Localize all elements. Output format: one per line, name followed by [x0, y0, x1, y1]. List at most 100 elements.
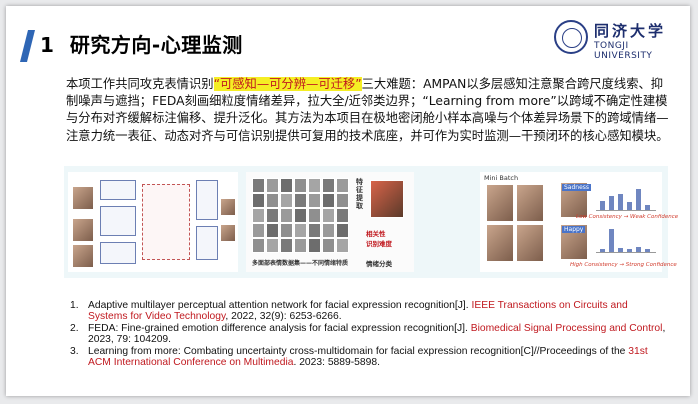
face-thumb — [294, 178, 307, 193]
face-thumb — [336, 238, 349, 253]
confidence-bar — [618, 194, 623, 210]
intro-before: 本项工作共同攻克表情识别 — [66, 77, 214, 91]
reference-number: 2. — [70, 322, 79, 334]
face-thumb — [336, 178, 349, 193]
face-thumb — [486, 184, 514, 222]
sadness-label: Sadness — [562, 184, 592, 191]
university-logo: 同济大学 TONGJI UNIVERSITY — [554, 20, 674, 61]
figure-feda-analysis: 特征提取 相关性 识别难度 多面部表情数据集——不同情绪特质 情绪分类 — [246, 172, 414, 272]
emotion-class-label: 情绪分类 — [366, 260, 392, 268]
confidence-bars-top — [596, 184, 656, 211]
network-block — [100, 180, 136, 200]
face-thumb — [266, 208, 279, 223]
face-thumb — [252, 223, 265, 238]
confidence-bar — [609, 229, 614, 252]
face-thumb — [336, 208, 349, 223]
face-thumb — [486, 224, 514, 262]
face-thumb — [308, 193, 321, 208]
confidence-bar — [636, 189, 641, 210]
face-thumb — [308, 178, 321, 193]
references: 1. Adaptive multilayer perceptual attenti… — [70, 300, 670, 368]
reference-text: Learning from more: Combating uncertaint… — [88, 345, 629, 357]
reference-number: 1. — [70, 300, 79, 311]
network-block — [100, 242, 136, 264]
face-thumb — [294, 223, 307, 238]
face-thumb — [220, 224, 236, 242]
face-thumb — [252, 238, 265, 253]
face-thumb — [72, 244, 94, 268]
face-thumb — [308, 238, 321, 253]
face-thumb — [252, 193, 265, 208]
reference-2: 2. FEDA: Fine-grained emotion difference … — [70, 323, 670, 346]
face-thumb — [308, 208, 321, 223]
face-thumb — [336, 193, 349, 208]
logo-english-name: TONGJI UNIVERSITY — [594, 41, 653, 61]
network-block — [196, 226, 218, 260]
face-thumb — [72, 186, 94, 210]
face-thumb — [322, 193, 335, 208]
face-thumb — [322, 208, 335, 223]
face-thumb — [322, 238, 335, 253]
reference-3: 3. Learning from more: Combating uncertai… — [70, 346, 670, 369]
face-thumb — [280, 208, 293, 223]
reference-text: FEDA: Fine-grained emotion difference an… — [88, 322, 471, 334]
confidence-bar — [636, 247, 641, 252]
network-block — [196, 180, 218, 220]
title-accent-bar — [20, 30, 35, 62]
logo-chinese-name: 同济大学 — [594, 22, 667, 40]
intro-highlight: “可感知—可分辨—可迁移” — [213, 77, 362, 91]
face-thumb — [516, 184, 544, 222]
feature-extraction-label: 特征提取 — [356, 178, 363, 210]
figure-ampan-architecture — [68, 172, 238, 272]
confidence-bar — [600, 201, 605, 210]
face-thumb — [266, 223, 279, 238]
face-grid — [252, 178, 352, 253]
difficulty-label: 识别难度 — [366, 240, 392, 248]
confidence-bar — [645, 249, 650, 252]
face-thumb — [294, 208, 307, 223]
confidence-bars-bottom — [596, 226, 656, 253]
face-thumb — [294, 193, 307, 208]
reference-venue: Biomedical Signal Processing and Control — [470, 322, 663, 334]
confidence-bar — [627, 249, 632, 252]
face-thumb — [294, 238, 307, 253]
reference-tail: , 2022, 32(9): 6253-6266. — [225, 311, 342, 323]
figure-band: 特征提取 相关性 识别难度 多面部表情数据集——不同情绪特质 情绪分类 Mini… — [64, 166, 678, 278]
face-thumb — [266, 238, 279, 253]
face-thumb — [220, 198, 236, 216]
title-text: 研究方向-心理监测 — [69, 33, 243, 57]
confidence-bar — [609, 196, 614, 210]
confidence-bar — [645, 205, 650, 210]
face-thumb — [252, 178, 265, 193]
low-consistency-text: Low Consistency → Weak Confidence — [576, 214, 679, 220]
slide-title: 1 研究方向-心理监测 — [40, 29, 243, 58]
face-thumb — [266, 193, 279, 208]
face-thumb — [516, 224, 544, 262]
face-thumb — [280, 193, 293, 208]
face-thumb — [266, 178, 279, 193]
reference-number: 3. — [70, 345, 79, 357]
mini-batch-label: Mini Batch — [484, 174, 519, 182]
face-thumb — [280, 178, 293, 193]
figure-learning-from-more: Mini Batch Sadness Happy Low Consistency… — [480, 172, 678, 272]
face-thumb — [336, 223, 349, 238]
happy-label: Happy — [562, 226, 586, 233]
title-number: 1 — [40, 33, 55, 57]
face-thumb — [322, 178, 335, 193]
university-seal-icon — [554, 20, 588, 54]
face-thumb — [280, 223, 293, 238]
face-thumb — [322, 223, 335, 238]
confidence-bar — [600, 249, 605, 252]
intro-paragraph: 本项工作共同攻克表情识别“可感知—可分辨—可迁移”三大难题：AMPAN以多层感知… — [66, 76, 674, 145]
face-thumb — [280, 238, 293, 253]
face-thumb — [252, 208, 265, 223]
confidence-bar — [618, 248, 623, 252]
relevance-label: 相关性 — [366, 230, 386, 238]
attention-module — [142, 184, 190, 260]
reference-1: 1. Adaptive multilayer perceptual attenti… — [70, 300, 670, 323]
slide: 1 研究方向-心理监测 同济大学 TONGJI UNIVERSITY 本项工作共… — [6, 6, 690, 396]
face-thumb — [308, 223, 321, 238]
face-heatmap — [370, 180, 404, 218]
reference-text: Adaptive multilayer perceptual attention… — [88, 300, 472, 311]
confidence-bar — [627, 202, 632, 210]
